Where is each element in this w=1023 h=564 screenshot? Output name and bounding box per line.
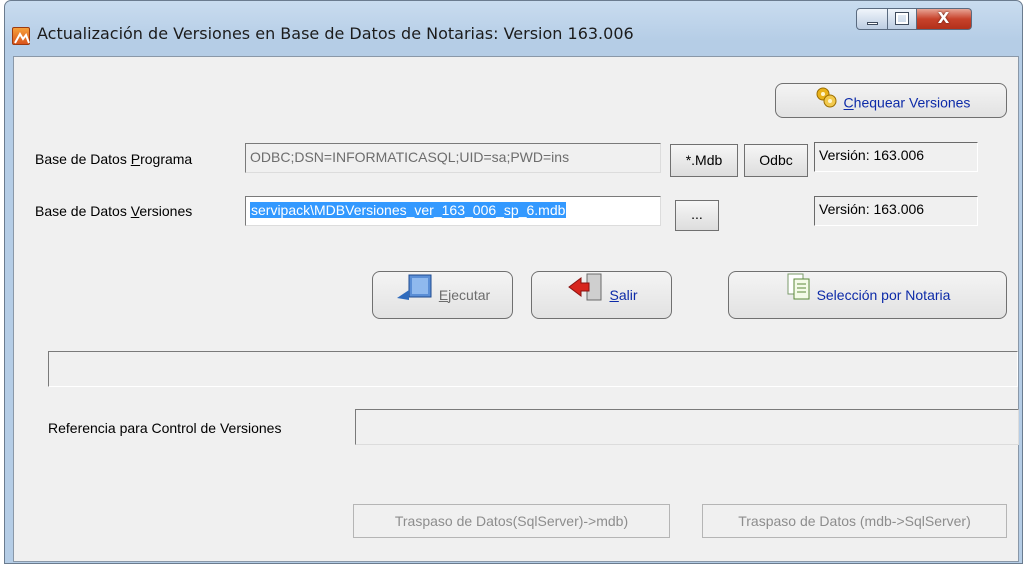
exit-icon: [565, 272, 605, 320]
select-notary-label: Selección por Notaria: [816, 287, 951, 303]
versions-icon: [812, 84, 840, 124]
maximize-icon: [895, 12, 909, 25]
mdb-button[interactable]: *.Mdb: [670, 144, 738, 177]
app-window: Actualización de Versiones en Base de Da…: [0, 0, 1023, 564]
check-versions-label: hequear Versiones: [853, 94, 971, 111]
exit-label: alir: [618, 287, 638, 303]
versions-db-label: Base de Datos Versiones: [35, 203, 193, 219]
check-versions-button[interactable]: Chequear Versiones: [775, 83, 1007, 118]
execute-mnemonic: E: [438, 287, 449, 303]
app-icon: [12, 27, 30, 45]
versions-db-path-field[interactable]: servipack\MDBVersiones_ver_163_006_sp_6.…: [245, 196, 661, 226]
check-versions-mnemonic: C: [843, 94, 854, 111]
exit-mnemonic: S: [609, 287, 619, 303]
execute-icon: [395, 272, 435, 320]
transfer-mdb-to-sql-button[interactable]: Traspaso de Datos (mdb->SqlServer): [702, 504, 1007, 538]
transfer-sql-to-mdb-button[interactable]: Traspaso de Datos(SqlServer)->mdb): [353, 504, 670, 538]
versions-db-version: Versión: 163.006: [814, 196, 978, 226]
versions-db-path-text: servipack\MDBVersiones_ver_163_006_sp_6.…: [250, 202, 567, 218]
progress-bar: [48, 351, 1018, 387]
close-icon: X: [937, 9, 950, 27]
reference-field[interactable]: [355, 409, 1019, 445]
odbc-button[interactable]: Odbc: [744, 144, 808, 177]
select-notary-button[interactable]: Selección por Notaria: [728, 271, 1007, 319]
execute-label: jecutar: [448, 287, 491, 303]
documents-icon: [785, 272, 813, 320]
program-db-connection-field[interactable]: ODBC;DSN=INFORMATICASQL;UID=sa;PWD=ins: [245, 143, 661, 173]
maximize-button[interactable]: [888, 8, 917, 30]
program-db-version: Versión: 163.006: [814, 142, 978, 172]
reference-label: Referencia para Control de Versiones: [48, 420, 282, 436]
window-title: Actualización de Versiones en Base de Da…: [37, 24, 634, 43]
execute-button[interactable]: Ejecutar: [372, 271, 513, 319]
browse-button[interactable]: ...: [675, 200, 719, 231]
close-button[interactable]: X: [917, 8, 972, 30]
exit-button[interactable]: Salir: [531, 271, 672, 319]
program-db-label: Base de Datos Programa: [35, 151, 193, 167]
minimize-button[interactable]: [856, 8, 888, 30]
minimize-icon: [867, 22, 878, 25]
